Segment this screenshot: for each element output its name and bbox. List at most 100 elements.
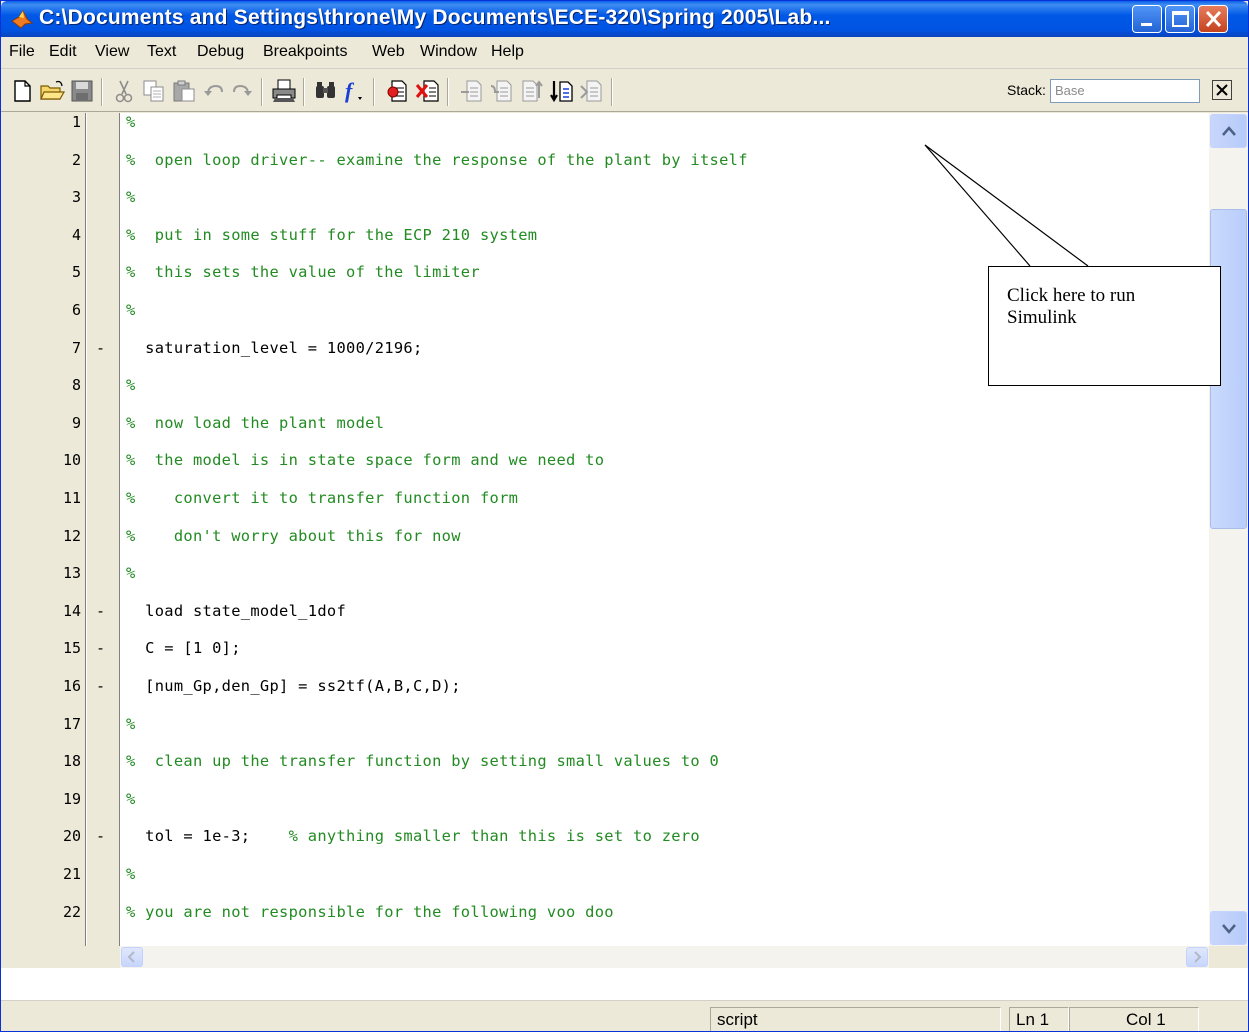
scroll-up-button[interactable] [1210, 114, 1247, 148]
toolbar-separator [101, 78, 103, 106]
find-icon[interactable] [313, 78, 339, 104]
inline-comment: % anything smaller than this is set to z… [250, 827, 700, 846]
menu-text[interactable]: Text [147, 43, 176, 61]
menu-debug[interactable]: Debug [197, 43, 244, 61]
code-line[interactable]: load state_model_1dof [126, 602, 346, 620]
line-number: 8 [71, 376, 81, 395]
line-number: 12 [62, 526, 81, 545]
save-icon[interactable] [69, 78, 95, 104]
exit-debug-icon[interactable] [579, 78, 605, 104]
code-text: % [126, 789, 136, 808]
code-text: % [126, 301, 136, 319]
code-text: C = [1 0]; [126, 639, 241, 658]
line-number-gutter: 1 2 3 4 5 6 7 8 9 10 11 12 13 14 15 16 17 18 19 20 21 22 [1, 113, 86, 946]
cut-icon[interactable] [111, 78, 137, 104]
menu-breakpoints[interactable]: Breakpoints [263, 43, 348, 61]
code-line[interactable]: % convert it to transfer function form [126, 489, 518, 507]
scroll-left-button[interactable] [121, 947, 143, 967]
code-line[interactable]: % [126, 376, 136, 394]
step-out-icon[interactable] [519, 78, 545, 104]
code-line[interactable]: % [126, 564, 136, 582]
new-file-icon[interactable] [9, 78, 35, 104]
code-line[interactable]: % don't worry about this for now [126, 527, 461, 545]
line-number: 17 [62, 714, 81, 733]
code-text: % convert it to transfer function form [126, 489, 519, 507]
line-number: 7 [71, 338, 81, 357]
code-line[interactable]: % the model is in state space form and w… [126, 451, 604, 469]
code-text: load state_model_1dof [126, 601, 347, 620]
open-folder-icon[interactable] [39, 78, 65, 104]
annotation-callout: Click here to run Simulink [988, 266, 1221, 386]
menu-help[interactable]: Help [491, 43, 524, 61]
code-line[interactable]: % [126, 790, 136, 808]
step-icon[interactable] [459, 78, 485, 104]
code-line[interactable]: [num_Gp,den_Gp] = ss2tf(A,B,C,D); [126, 677, 461, 695]
code-line[interactable]: % open loop driver-- examine the respons… [126, 151, 748, 169]
code-line[interactable]: % now load the plant model [126, 414, 384, 432]
code-editor[interactable]: 1 2 3 4 5 6 7 8 9 10 11 12 13 14 15 16 17 18 19 20 21 22 ----… [1, 113, 1248, 1000]
line-number: 19 [62, 789, 81, 808]
paste-icon[interactable] [171, 78, 197, 104]
copy-icon[interactable] [141, 78, 167, 104]
menu-view[interactable]: View [95, 43, 129, 61]
toolbar: f Stack: Base [1, 70, 1248, 112]
title-bar[interactable]: C:\Documents and Settings\throne\My Docu… [1, 1, 1248, 37]
code-line[interactable]: % you are not responsible for the follow… [126, 903, 614, 921]
code-line[interactable]: C = [1 0]; [126, 639, 241, 657]
code-line[interactable]: % [126, 113, 136, 131]
chevron-up-icon [1222, 126, 1236, 136]
menu-bar: File Edit View Text Debug Breakpoints We… [1, 37, 1248, 69]
code-line[interactable]: % this sets the value of the limiter [126, 263, 480, 281]
redo-icon[interactable] [229, 78, 255, 104]
function-icon[interactable]: f [341, 78, 367, 104]
code-text: % [126, 113, 136, 131]
horizontal-scrollbar[interactable] [120, 946, 1209, 968]
stack-label: Stack: [1007, 82, 1046, 98]
close-editor-button[interactable] [1212, 80, 1232, 100]
callout-text-line1: Click here to run [1007, 285, 1136, 306]
toolbar-separator [611, 78, 613, 106]
executable-line-marker[interactable]: - [96, 677, 105, 695]
code-text: % this sets the value of the limiter [126, 263, 480, 282]
minimize-button[interactable] [1132, 5, 1162, 33]
stack-dropdown[interactable]: Base [1050, 79, 1200, 103]
run-icon[interactable] [549, 78, 575, 104]
line-number: 18 [62, 752, 81, 771]
menu-edit[interactable]: Edit [49, 43, 77, 61]
clear-breakpoint-icon[interactable] [415, 78, 441, 104]
menu-window[interactable]: Window [420, 43, 477, 61]
code-line[interactable]: % [126, 188, 136, 206]
chevron-left-icon [127, 951, 135, 963]
svg-text:f: f [345, 78, 355, 103]
code-line[interactable]: % [126, 301, 136, 319]
code-text: tol = 1e-3; [126, 827, 251, 846]
close-icon [1205, 10, 1222, 28]
code-line[interactable]: % [126, 865, 136, 883]
code-line[interactable]: tol = 1e-3; % anything smaller than this… [126, 827, 700, 845]
line-number: 15 [62, 639, 81, 658]
line-number: 16 [62, 677, 81, 695]
print-icon[interactable] [271, 78, 297, 104]
set-breakpoint-icon[interactable] [385, 78, 411, 104]
code-text: % clean up the transfer function by sett… [126, 752, 720, 771]
executable-line-marker[interactable]: - [96, 827, 105, 845]
menu-file[interactable]: File [9, 43, 35, 61]
undo-icon[interactable] [201, 78, 227, 104]
executable-line-marker[interactable]: - [96, 639, 105, 657]
executable-line-marker[interactable]: - [96, 339, 105, 357]
code-line[interactable]: % put in some stuff for the ECP 210 syst… [126, 226, 537, 244]
callout-text-line2: Simulink [1007, 307, 1077, 328]
menu-web[interactable]: Web [372, 43, 405, 61]
line-number: 2 [71, 150, 81, 169]
close-button[interactable] [1198, 5, 1228, 33]
code-line[interactable]: % clean up the transfer function by sett… [126, 752, 719, 770]
breakpoint-column[interactable]: - - - - - [87, 113, 120, 946]
scroll-right-button[interactable] [1186, 947, 1208, 967]
executable-line-marker[interactable]: - [96, 602, 105, 620]
code-line[interactable]: saturation_level = 1000/2196; [126, 339, 423, 357]
code-line[interactable]: % [126, 715, 136, 733]
vertical-scrollbar[interactable] [1209, 113, 1248, 946]
scroll-down-button[interactable] [1210, 911, 1247, 945]
step-in-icon[interactable] [489, 78, 515, 104]
maximize-button[interactable] [1165, 5, 1195, 33]
